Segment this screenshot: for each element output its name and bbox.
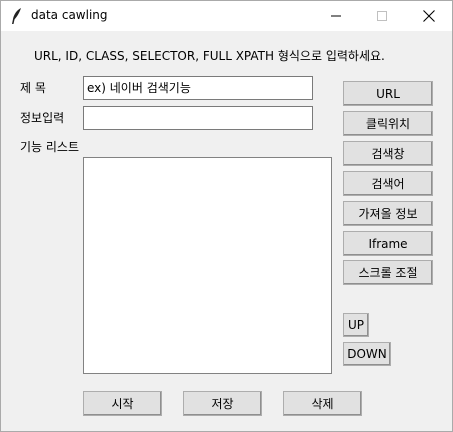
up-button[interactable]: UP [343, 313, 369, 337]
info-input[interactable] [83, 106, 313, 130]
title-label: 제 목 [20, 81, 46, 95]
start-button[interactable]: 시작 [83, 391, 162, 416]
close-icon [423, 10, 435, 22]
title-bar[interactable]: data cawling [1, 1, 452, 31]
search-word-button[interactable]: 검색어 [343, 171, 433, 196]
function-listbox[interactable] [83, 157, 332, 374]
maximize-icon [377, 11, 387, 21]
close-button[interactable] [406, 1, 452, 31]
minimize-button[interactable] [313, 1, 359, 31]
function-list-label: 기능 리스트 [20, 140, 80, 154]
iframe-button[interactable]: Iframe [343, 231, 433, 256]
url-button[interactable]: URL [343, 81, 433, 106]
down-button[interactable]: DOWN [343, 342, 391, 366]
delete-button[interactable]: 삭제 [283, 391, 362, 416]
scroll-adjust-button[interactable]: 스크롤 조절 [343, 260, 433, 285]
maximize-button[interactable] [359, 1, 405, 31]
info-label: 정보입력 [20, 111, 65, 125]
minimize-icon [331, 15, 341, 17]
instruction-text: URL, ID, CLASS, SELECTOR, FULL XPATH 형식으… [34, 49, 385, 63]
click-position-button[interactable]: 클릭위치 [343, 111, 433, 136]
search-box-button[interactable]: 검색창 [343, 141, 433, 166]
window-title: data cawling [31, 8, 108, 22]
feather-icon [10, 7, 24, 25]
get-info-button[interactable]: 가져올 정보 [343, 201, 433, 226]
app-window: data cawling URL, ID, CLASS, SELECTOR, F… [0, 0, 453, 432]
title-input[interactable]: ex) 네이버 검색기능 [83, 76, 313, 100]
save-button[interactable]: 저장 [183, 391, 262, 416]
